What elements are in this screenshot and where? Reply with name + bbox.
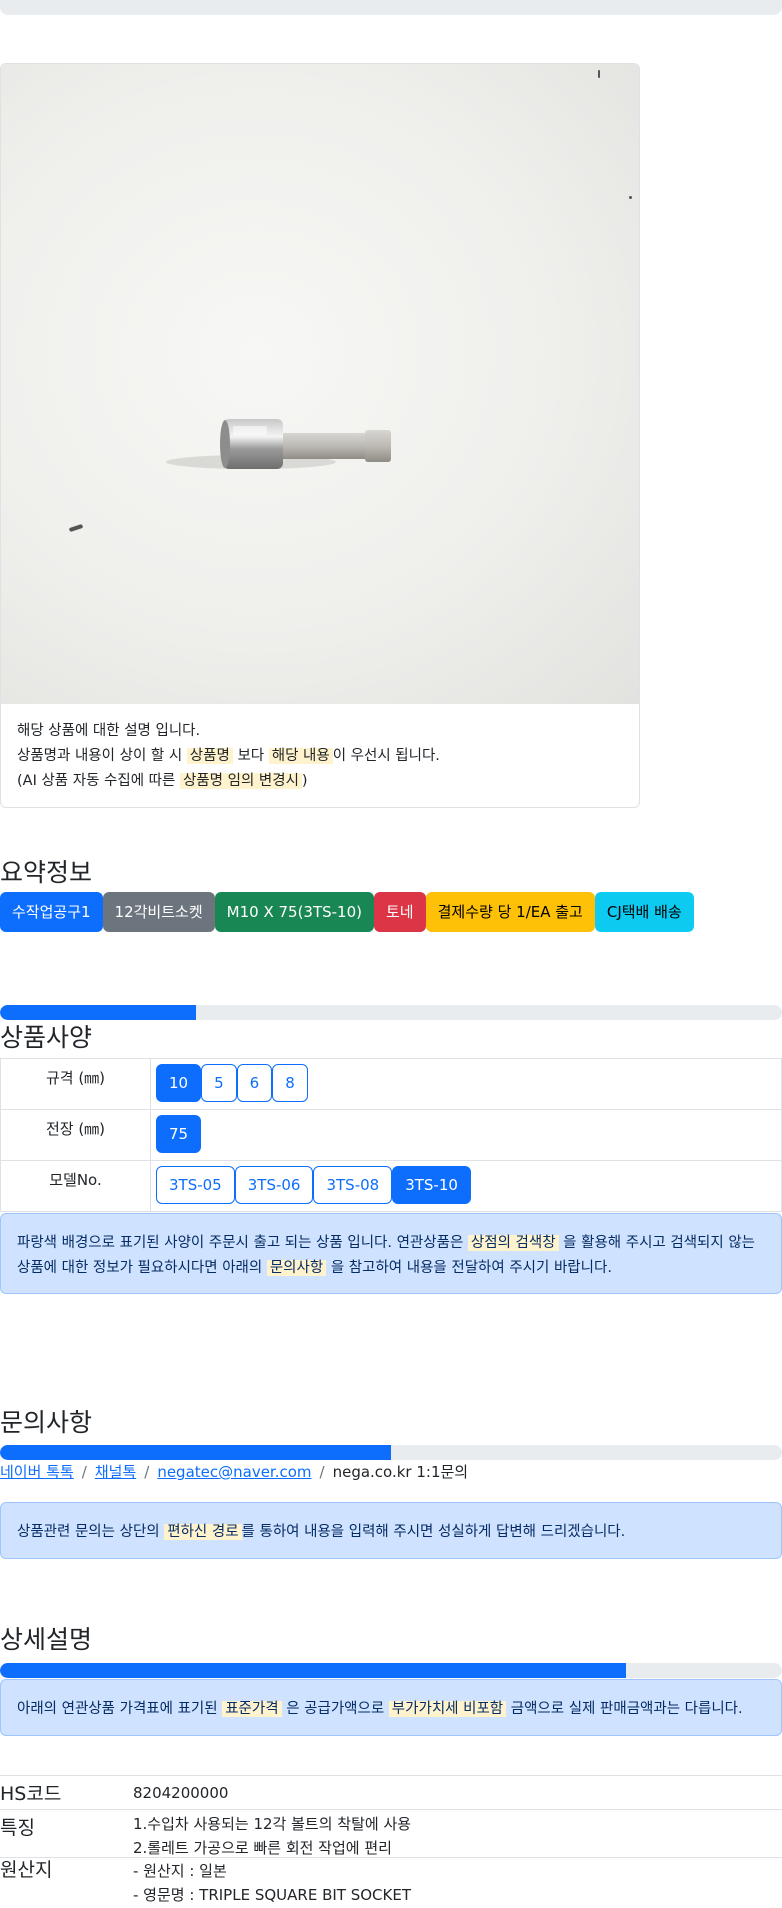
spec-alert-mark-search: 상점의 검색창	[467, 1235, 559, 1251]
link-separator: /	[319, 1463, 325, 1481]
spec-option-button[interactable]: 10	[156, 1064, 202, 1102]
summary-badge: 12각비트소켓	[102, 892, 215, 932]
spec-alert-mark-inquiry: 문의사항	[266, 1260, 327, 1276]
link-separator: /	[144, 1463, 150, 1481]
notice-line3-post: )	[301, 773, 308, 789]
spec-alert-post: 을 참고하여 내용을 전달하여 주시기 바랍니다.	[330, 1260, 612, 1276]
inquiry-progress	[0, 1445, 782, 1460]
spec-table: 규격 (㎜) 10 5 6 8 전장 (㎜) 75 모델No. 3TS-05 3TS-06 3TS-…	[0, 1058, 782, 1212]
link-separator: /	[81, 1463, 87, 1481]
spec-option-button[interactable]: 8	[272, 1064, 308, 1102]
spec-row: 규격 (㎜) 10 5 6 8	[0, 1058, 782, 1110]
bit-socket-illustration	[166, 419, 391, 469]
spec-option-button[interactable]: 3TS-06	[234, 1166, 314, 1204]
spec-row-options: 75	[150, 1109, 782, 1161]
notice-mark-content: 해당 내용	[268, 748, 333, 764]
spec-progress	[0, 1005, 782, 1020]
spec-option-button[interactable]: 75	[156, 1115, 202, 1153]
link-naver-talk[interactable]: 네이버 톡톡	[0, 1463, 74, 1481]
info-value: - 원산지 : 일본 - 영문명 : TRIPLE SQUARE BIT SOC…	[133, 1859, 411, 1907]
inquiry-alert-post: 를 통하여 내용을 입력해 주시면 성실하게 답변해 드리겠습니다.	[241, 1524, 626, 1540]
spec-option-button[interactable]: 5	[201, 1064, 237, 1102]
info-line: - 영문명 : TRIPLE SQUARE BIT SOCKET	[133, 1886, 411, 1904]
inquiry-site-text: nega.co.kr 1:1문의	[332, 1463, 469, 1481]
detail-alert-mark-vat: 부가가치세 비포함	[388, 1701, 507, 1717]
detail-progress-fill	[0, 1663, 626, 1678]
notice-line1: 해당 상품에 대한 설명 입니다.	[17, 723, 201, 739]
spec-title: 상품사양	[0, 1023, 93, 1052]
summary-badge: CJ택배 배송	[594, 892, 694, 932]
link-channel-talk[interactable]: 채널톡	[95, 1463, 136, 1481]
spec-alert: 파랑색 배경으로 표기된 사양이 주문시 출고 되는 상품 입니다. 연관상품은…	[0, 1213, 782, 1294]
link-email[interactable]: negatec@naver.com	[157, 1463, 311, 1481]
spec-row: 전장 (㎜) 75	[0, 1109, 782, 1161]
notice-line2-mid: 보다	[237, 748, 265, 764]
info-value: 8204200000	[133, 1781, 228, 1805]
detail-alert-mid: 은 공급가액으로	[286, 1701, 385, 1717]
detail-alert-post: 금액으로 실제 판매금액과는 다릅니다.	[510, 1701, 743, 1717]
inquiry-alert: 상품관련 문의는 상단의 편하신 경로 를 통하여 내용을 입력해 주시면 성실하…	[0, 1502, 782, 1559]
spec-option-button[interactable]: 3TS-05	[156, 1166, 235, 1204]
info-key: HS코드	[0, 1783, 62, 1805]
inquiry-alert-mark: 편하신 경로	[164, 1524, 242, 1540]
inquiry-links: 네이버 톡톡 / 채널톡 / negatec@naver.com / nega.co.kr …	[0, 1461, 468, 1482]
info-value: 1.수입차 사용되는 12각 볼트의 착탈에 사용 2.롤레트 가공으로 빠른 …	[133, 1812, 411, 1860]
inquiry-alert-pre: 상품관련 문의는 상단의	[17, 1524, 160, 1540]
spec-alert-pre: 파랑색 배경으로 표기된 사양이 주문시 출고 되는 상품 입니다. 연관상품은	[17, 1235, 464, 1251]
summary-badge: 토네	[374, 892, 426, 932]
spec-option-button[interactable]: 3TS-08	[313, 1166, 393, 1204]
summary-badge: M10 X 75(3TS-10)	[214, 892, 374, 932]
detail-progress	[0, 1663, 782, 1678]
spec-row-options: 3TS-05 3TS-06 3TS-08 3TS-10	[150, 1160, 782, 1212]
summary-title: 요약정보	[0, 858, 93, 887]
info-key: 특징	[0, 1817, 35, 1839]
detail-title: 상세설명	[0, 1625, 93, 1654]
spec-row-label: 전장 (㎜)	[0, 1109, 151, 1161]
detail-alert-pre: 아래의 연관상품 가격표에 표기된	[17, 1701, 218, 1717]
spec-option-button[interactable]: 3TS-10	[392, 1166, 471, 1204]
notice-line3-pre: (AI 상품 자동 수집에 따른	[17, 773, 176, 789]
info-row-hs-code: HS코드 8204200000	[0, 1775, 782, 1809]
notice-line2-post: 이 우선시 됩니다.	[332, 748, 440, 764]
product-card: 해당 상품에 대한 설명 입니다. 상품명과 내용이 상이 할 시 상품명 보다…	[0, 63, 640, 808]
inquiry-progress-fill	[0, 1445, 391, 1460]
info-line: 8204200000	[133, 1784, 229, 1802]
product-notice: 해당 상품에 대한 설명 입니다. 상품명과 내용이 상이 할 시 상품명 보다…	[17, 719, 440, 794]
info-row-origin: 원산지 - 원산지 : 일본 - 영문명 : TRIPLE SQUARE BIT…	[0, 1857, 782, 1908]
detail-alert: 아래의 연관상품 가격표에 표기된 표준가격 은 공급가액으로 부가가치세 비포…	[0, 1679, 782, 1736]
top-progress-bar	[0, 0, 782, 15]
notice-line2-pre: 상품명과 내용이 상이 할 시	[17, 748, 183, 764]
spec-row: 모델No. 3TS-05 3TS-06 3TS-08 3TS-10	[0, 1160, 782, 1212]
info-key: 원산지	[0, 1859, 53, 1881]
spec-row-options: 10 5 6 8	[150, 1058, 782, 1110]
info-line: 1.수입차 사용되는 12각 볼트의 착탈에 사용	[133, 1815, 412, 1833]
product-image	[1, 64, 639, 704]
notice-mark-rename: 상품명 임의 변경시	[179, 773, 302, 789]
spec-row-label: 규격 (㎜)	[0, 1058, 151, 1110]
detail-alert-mark-standard-price: 표준가격	[222, 1701, 282, 1717]
info-line: - 원산지 : 일본	[133, 1862, 227, 1880]
summary-badge: 수작업공구1	[0, 892, 103, 932]
spec-row-label: 모델No.	[0, 1160, 151, 1212]
spec-option-button[interactable]: 6	[236, 1064, 273, 1102]
info-row-features: 특징 1.수입차 사용되는 12각 볼트의 착탈에 사용 2.롤레트 가공으로 …	[0, 1809, 782, 1857]
summary-badges: 수작업공구1 12각비트소켓 M10 X 75(3TS-10) 토네 결제수량 당 1/…	[0, 892, 694, 932]
notice-mark-product-name: 상품명	[186, 748, 233, 764]
inquiry-title: 문의사항	[0, 1408, 93, 1437]
summary-badge: 결제수량 당 1/EA 출고	[425, 892, 595, 932]
